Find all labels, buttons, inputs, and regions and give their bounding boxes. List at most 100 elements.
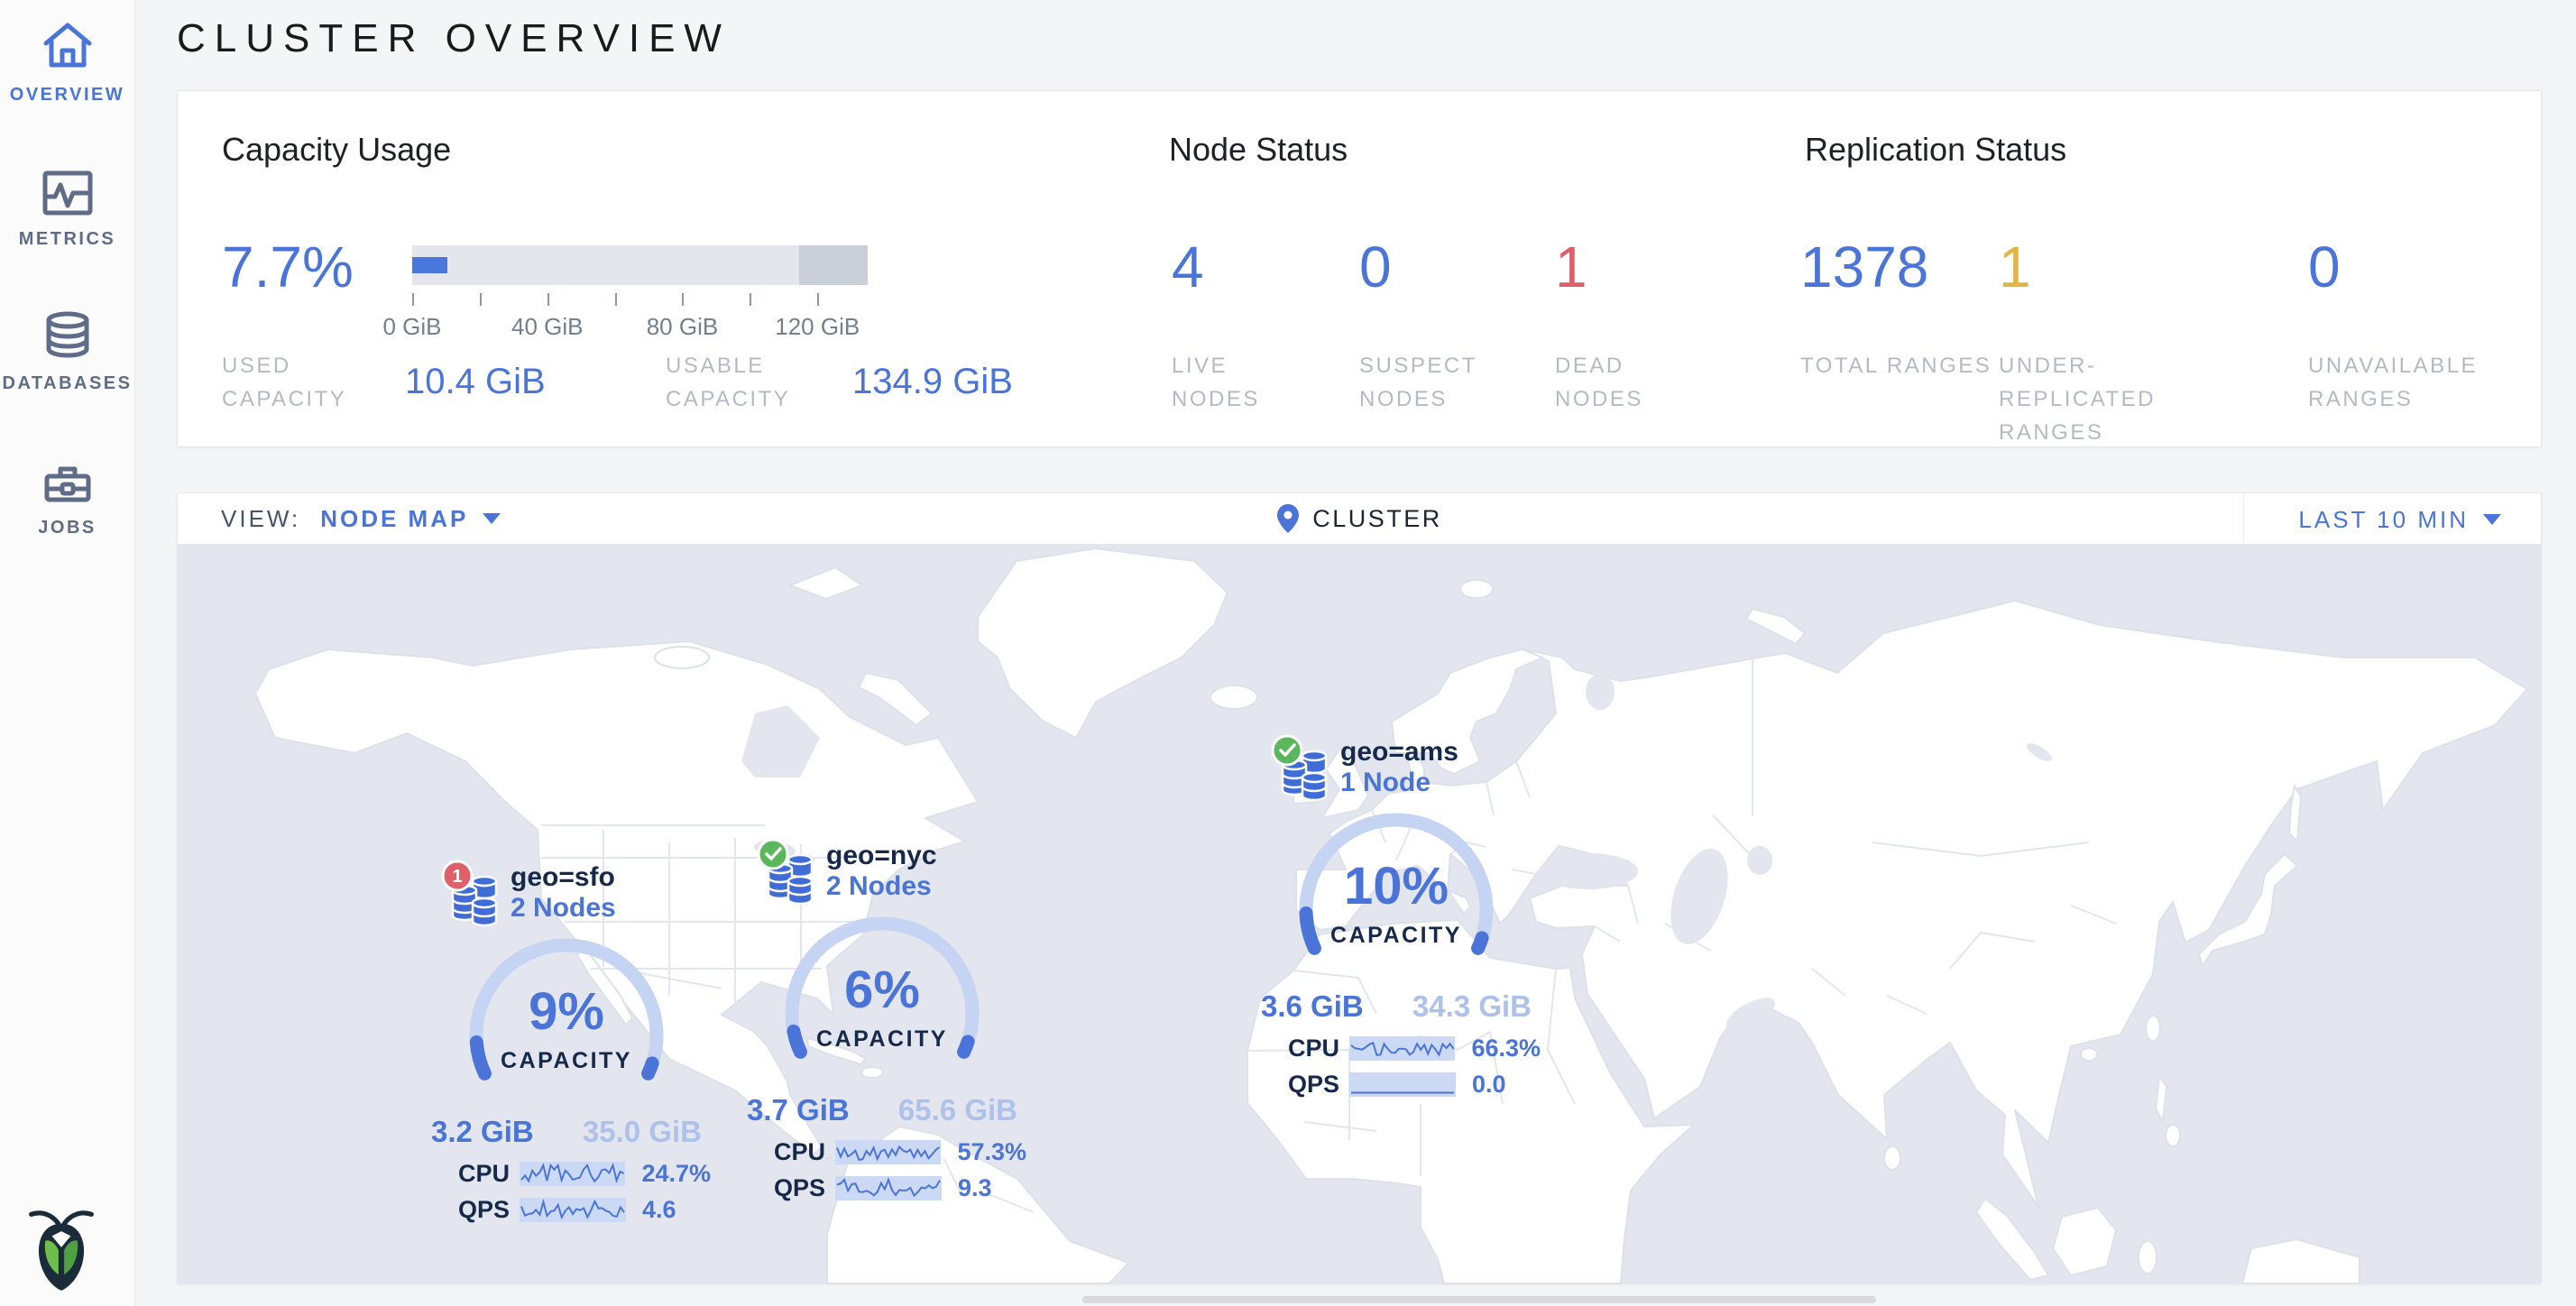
- sidebar-nav: OVERVIEW METRICS DATABASES JOBS: [0, 0, 134, 577]
- capacity-axis-tick: [480, 293, 482, 306]
- metric-label: CPU: [458, 1160, 516, 1188]
- metric-value: 66.3%: [1471, 1035, 1541, 1062]
- usable-capacity-label: USABLE CAPACITY: [666, 349, 819, 416]
- capacity-used-value: 3.2 GiB: [431, 1115, 534, 1149]
- marker-metric-row: QPS 9.3: [756, 1174, 1026, 1202]
- page-title: CLUSTER OVERVIEW: [177, 16, 731, 61]
- locality-name: geo=sfo: [511, 862, 616, 893]
- stat-label: SUSPECT NODES: [1359, 349, 1495, 416]
- capacity-percent: 10%: [1270, 856, 1523, 916]
- metric-label: CPU: [774, 1138, 832, 1166]
- sidebar-item-label: METRICS: [19, 229, 116, 250]
- locality-node-count: 2 Nodes: [826, 871, 937, 902]
- stat-value: 0: [2308, 234, 2341, 300]
- capacity-percent: 9%: [440, 981, 693, 1042]
- sidebar: OVERVIEW METRICS DATABASES JOBS: [0, 0, 135, 1306]
- marker-metric-row: QPS 0.0: [1270, 1071, 1541, 1099]
- capacity-axis-tick-label: 0 GiB: [382, 313, 441, 341]
- time-range-value: LAST 10 MIN: [2298, 506, 2469, 534]
- capacity-bar: [412, 245, 868, 285]
- marker-header: geo=ams 1 Node: [1270, 735, 1523, 800]
- stat-label: LIVE NODES: [1172, 349, 1307, 416]
- time-range-selector[interactable]: LAST 10 MIN: [2243, 493, 2541, 546]
- capacity-percent: 6%: [756, 960, 1008, 1020]
- capacity-gauge-label: CAPACITY: [1270, 923, 1523, 949]
- view-label: VIEW:: [221, 505, 300, 533]
- capacity-total-value: 34.3 GiB: [1412, 989, 1532, 1024]
- capacity-total-value: 35.0 GiB: [583, 1115, 702, 1149]
- metric-label: QPS: [458, 1196, 516, 1224]
- metric-value: 24.7%: [641, 1160, 711, 1188]
- marker-header: geo=nyc 2 Nodes: [756, 839, 1008, 904]
- locality-node-count: 2 Nodes: [511, 893, 616, 924]
- stat-label: UNDER-REPLICATED RANGES: [1999, 349, 2251, 450]
- metric-label: QPS: [1288, 1071, 1346, 1099]
- capacity-bar-axis: 0 GiB40 GiB80 GiB120 GiB: [412, 293, 868, 347]
- metric-value: 4.6: [642, 1196, 676, 1224]
- sparkline-chart: [520, 1162, 626, 1186]
- healthy-check-icon: [756, 837, 790, 871]
- horizontal-scrollbar[interactable]: [1082, 1296, 1876, 1303]
- used-capacity-value: 10.4 GiB: [405, 362, 546, 402]
- dead-node-badge-icon: 1: [440, 859, 474, 893]
- stat-value: 4: [1172, 234, 1204, 300]
- breadcrumb: CLUSTER: [178, 503, 2541, 534]
- capacity-usage-title: Capacity Usage: [222, 131, 451, 169]
- svg-text:1: 1: [452, 867, 462, 887]
- capacity-axis-tick: [412, 293, 414, 306]
- sparkline-chart: [835, 1140, 942, 1164]
- node-map-marker-ams[interactable]: geo=ams 1 Node 10% CAPACITY 3.6 GiB 34.3…: [1270, 735, 1523, 1107]
- location-pin-icon: [1276, 503, 1300, 534]
- home-icon: [39, 14, 97, 72]
- sidebar-item-jobs[interactable]: JOBS: [0, 433, 134, 577]
- node-map: 1 geo=sfo 2 Nodes 9% CAPACITY 3.2 GiB 35…: [177, 545, 2542, 1284]
- view-bar: VIEW: NODE MAP CLUSTER LAST 10 MIN: [177, 492, 2542, 545]
- capacity-bar-used-segment: [412, 257, 447, 273]
- stat-value: 0: [1359, 234, 1392, 300]
- capacity-axis-tick: [547, 293, 549, 306]
- metric-value: 9.3: [958, 1174, 992, 1202]
- sparkline-chart: [1349, 1072, 1456, 1097]
- stat-label: DEAD NODES: [1555, 349, 1690, 416]
- jobs-icon: [41, 447, 94, 505]
- used-capacity-label: USED CAPACITY: [222, 349, 366, 416]
- marker-header: 1 geo=sfo 2 Nodes: [440, 860, 693, 925]
- stat-label: UNAVAILABLE RANGES: [2308, 349, 2561, 416]
- stat-value: 1: [1999, 234, 2031, 300]
- usable-capacity-value: 134.9 GiB: [852, 362, 1013, 402]
- breadcrumb-cluster-label: CLUSTER: [1312, 505, 1442, 533]
- sidebar-item-label: OVERVIEW: [10, 85, 124, 106]
- capacity-gauge: 9% CAPACITY 3.2 GiB 35.0 GiB CPU 24.7% Q…: [440, 925, 693, 1232]
- sidebar-item-overview[interactable]: OVERVIEW: [0, 0, 134, 144]
- chevron-down-icon: [483, 513, 501, 524]
- marker-metric-row: CPU 57.3%: [756, 1138, 1026, 1166]
- chevron-down-icon: [2483, 514, 2501, 525]
- capacity-axis-tick-label: 40 GiB: [511, 313, 584, 341]
- metrics-icon: [41, 159, 94, 216]
- capacity-used-value: 3.7 GiB: [747, 1093, 850, 1127]
- capacity-gauge: 10% CAPACITY 3.6 GiB 34.3 GiB CPU 66.3% …: [1270, 800, 1523, 1107]
- cockroachdb-logo: [25, 1207, 97, 1293]
- sparkline-chart: [520, 1198, 626, 1222]
- capacity-gauge-label: CAPACITY: [440, 1048, 693, 1074]
- stat-value: 1378: [1800, 234, 1928, 300]
- stat-value: 1: [1555, 234, 1587, 300]
- sidebar-item-databases[interactable]: DATABASES: [0, 289, 134, 433]
- sidebar-item-metrics[interactable]: METRICS: [0, 144, 134, 289]
- node-map-marker-sfo[interactable]: 1 geo=sfo 2 Nodes 9% CAPACITY 3.2 GiB 35…: [440, 860, 693, 1232]
- view-selector[interactable]: VIEW: NODE MAP: [221, 505, 501, 533]
- locality-name: geo=nyc: [826, 841, 937, 871]
- capacity-gauge-label: CAPACITY: [756, 1026, 1008, 1053]
- capacity-axis-tick-label: 80 GiB: [647, 313, 719, 341]
- metric-label: CPU: [1288, 1035, 1346, 1062]
- healthy-check-icon: [1270, 733, 1304, 768]
- capacity-axis-tick-label: 120 GiB: [775, 313, 860, 341]
- capacity-axis-tick: [750, 293, 751, 306]
- capacity-bar-nonusable-segment: [799, 245, 868, 285]
- locality-name: geo=ams: [1340, 737, 1458, 768]
- node-map-marker-nyc[interactable]: geo=nyc 2 Nodes 6% CAPACITY 3.7 GiB 65.6…: [756, 839, 1008, 1210]
- marker-metric-row: CPU 24.7%: [440, 1160, 711, 1188]
- capacity-gauge: 6% CAPACITY 3.7 GiB 65.6 GiB CPU 57.3% Q…: [756, 904, 1008, 1210]
- capacity-axis-tick: [817, 293, 819, 306]
- marker-metric-row: QPS 4.6: [440, 1196, 711, 1224]
